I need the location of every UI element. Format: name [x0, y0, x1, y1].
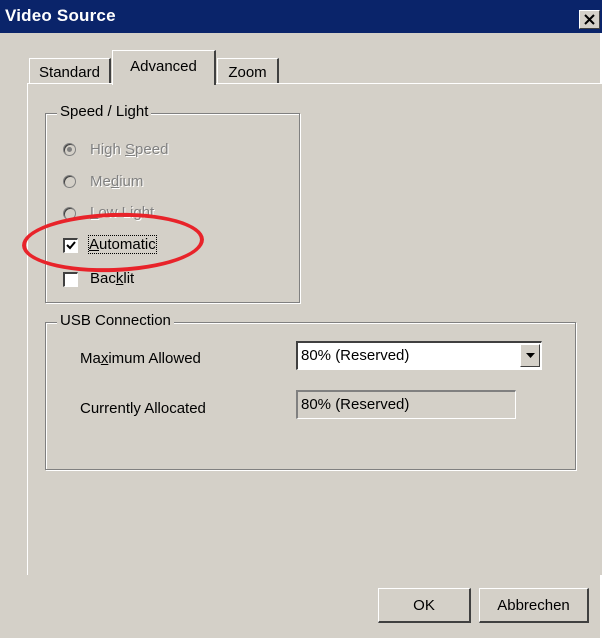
ok-button[interactable]: OK	[378, 588, 471, 623]
speed-light-title: Speed / Light	[57, 103, 152, 120]
tab-standard[interactable]: Standard	[29, 58, 111, 83]
close-icon	[584, 14, 595, 25]
usb-connection-title: USB Connection	[57, 312, 174, 329]
radio-medium-label: Medium	[90, 173, 144, 190]
tab-zoom[interactable]: Zoom	[217, 58, 279, 83]
maximum-allowed-select[interactable]: 80% (Reserved)	[296, 341, 542, 370]
radio-high-speed-label: High Speed	[90, 141, 169, 158]
close-button[interactable]	[579, 10, 600, 29]
tab-advanced-label: Advanced	[130, 58, 197, 75]
checkbox-backlit-label: Backlit	[90, 270, 135, 287]
cancel-button[interactable]: Abbrechen	[479, 588, 589, 623]
maximum-allowed-label: Maximum Allowed	[80, 350, 201, 367]
dropdown-button[interactable]	[520, 344, 540, 367]
currently-allocated-field: 80% (Reserved)	[296, 390, 516, 419]
ok-button-label: OK	[413, 597, 435, 614]
cancel-button-label: Abbrechen	[497, 597, 570, 614]
maximum-allowed-value: 80% (Reserved)	[301, 347, 410, 364]
tab-standard-label: Standard	[39, 64, 100, 81]
tab-zoom-label: Zoom	[228, 64, 267, 81]
currently-allocated-label: Currently Allocated	[80, 400, 206, 417]
checkbox-backlit[interactable]	[63, 272, 78, 287]
radio-medium[interactable]	[63, 175, 76, 188]
chevron-down-icon	[526, 353, 535, 358]
speed-light-group	[45, 113, 300, 303]
window-title: Video Source	[5, 6, 116, 25]
tab-advanced[interactable]: Advanced	[112, 50, 216, 85]
currently-allocated-value: 80% (Reserved)	[301, 396, 410, 413]
radio-high-speed[interactable]	[63, 143, 76, 156]
